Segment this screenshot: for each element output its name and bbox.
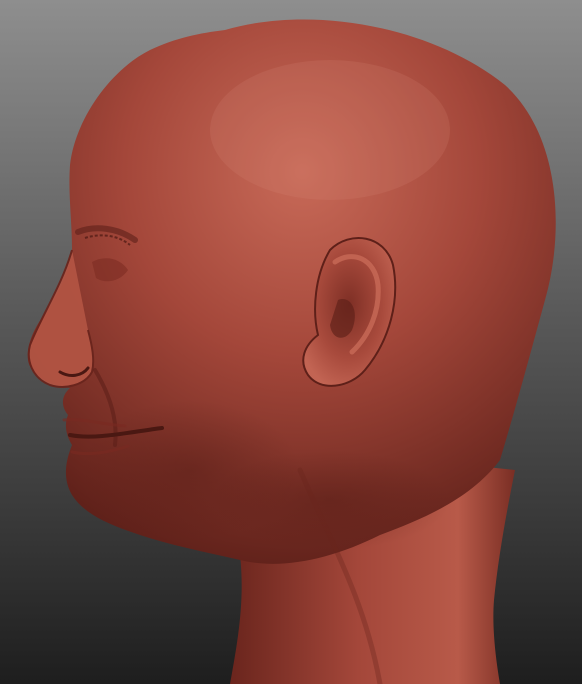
viewport[interactable] <box>0 0 582 684</box>
skull-highlight <box>210 60 450 200</box>
head-sculpt-render <box>27 19 556 684</box>
